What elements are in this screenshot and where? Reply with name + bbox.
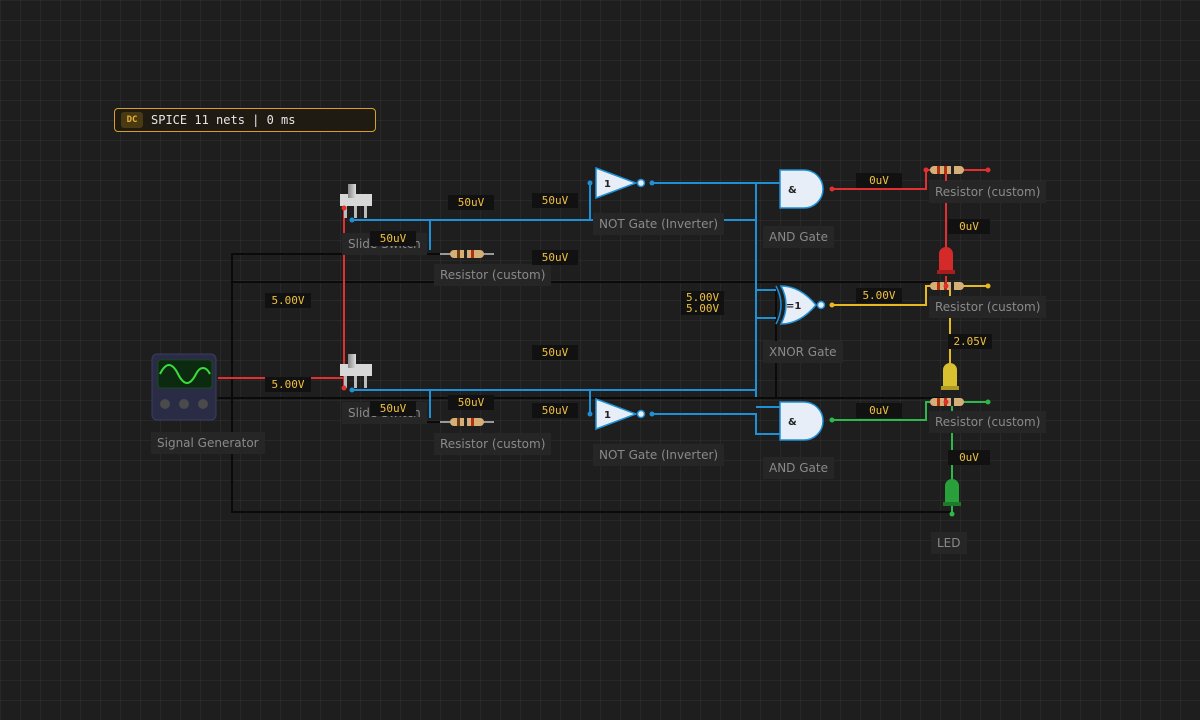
led-yellow[interactable] bbox=[941, 363, 959, 390]
voltage-label: 50uV bbox=[532, 250, 578, 265]
voltage-label: 50uV bbox=[448, 395, 494, 410]
and-gate-1-label: AND Gate bbox=[763, 226, 834, 248]
not-gate-2[interactable]: 1 bbox=[595, 397, 646, 431]
resistor-2-label: Resistor (custom) bbox=[434, 433, 552, 455]
resistor-1[interactable] bbox=[440, 250, 494, 258]
signal-generator[interactable] bbox=[151, 353, 217, 421]
xnor-gate-label: XNOR Gate bbox=[763, 341, 843, 363]
red-wires bbox=[218, 169, 988, 403]
not-gate-2-label: NOT Gate (Inverter) bbox=[593, 444, 725, 466]
signal-generator-label: Signal Generator bbox=[151, 432, 265, 454]
not-gate-1-label: NOT Gate (Inverter) bbox=[593, 213, 725, 235]
and-gate-2[interactable]: & bbox=[779, 401, 824, 441]
not-gate-1[interactable]: 1 bbox=[595, 166, 646, 200]
dc-mode-badge: DC bbox=[121, 112, 143, 128]
voltage-label: 5.00V bbox=[856, 288, 902, 303]
resistor-4-label: Resistor (custom) bbox=[929, 296, 1047, 318]
voltage-label: 5.00V bbox=[265, 377, 311, 392]
voltage-label: 0uV bbox=[856, 173, 902, 188]
generator-knob[interactable] bbox=[198, 399, 208, 409]
voltage-label: 50uV bbox=[532, 193, 578, 208]
voltage-label: 5.00V bbox=[686, 302, 720, 315]
voltage-label: 50uV bbox=[448, 195, 494, 210]
voltage-label: 50uV bbox=[370, 401, 416, 416]
stacked-voltage-label: 5.00V 5.00V bbox=[681, 291, 725, 315]
resistor-3-label: Resistor (custom) bbox=[929, 181, 1047, 203]
voltage-label: 50uV bbox=[532, 403, 578, 418]
voltage-label: 0uV bbox=[856, 403, 902, 418]
resistor-1-label: Resistor (custom) bbox=[434, 264, 552, 286]
and-gate-2-label: AND Gate bbox=[763, 457, 834, 479]
simulation-status-text: SPICE 11 nets | 0 ms bbox=[151, 113, 296, 127]
generator-knob[interactable] bbox=[179, 399, 189, 409]
voltage-label: 50uV bbox=[370, 231, 416, 246]
led-red[interactable] bbox=[937, 247, 955, 274]
generator-knob[interactable] bbox=[160, 399, 170, 409]
black-wires bbox=[218, 253, 952, 513]
voltage-label: 2.05V bbox=[948, 334, 992, 349]
voltage-label: 0uV bbox=[948, 219, 990, 234]
xnor-gate-symbol: =1 bbox=[786, 301, 801, 312]
not-gate-symbol: 1 bbox=[604, 179, 611, 190]
simulation-status-bar[interactable]: DC SPICE 11 nets | 0 ms bbox=[114, 108, 376, 132]
slide-switch-1[interactable] bbox=[340, 184, 372, 218]
and-gate-1[interactable]: & bbox=[779, 169, 824, 209]
resistor-5-label: Resistor (custom) bbox=[929, 411, 1047, 433]
xnor-gate[interactable]: =1 bbox=[775, 285, 826, 325]
and-gate-symbol: & bbox=[788, 185, 797, 196]
voltage-label: 5.00V bbox=[265, 293, 311, 308]
led-label: LED bbox=[931, 532, 967, 554]
resistor-2[interactable] bbox=[440, 418, 494, 426]
and-gate-symbol: & bbox=[788, 417, 797, 428]
led-green[interactable] bbox=[943, 479, 961, 506]
voltage-label: 50uV bbox=[532, 345, 578, 360]
resistor-3[interactable] bbox=[930, 166, 964, 174]
voltage-label: 0uV bbox=[948, 450, 990, 465]
not-gate-symbol: 1 bbox=[604, 410, 611, 421]
